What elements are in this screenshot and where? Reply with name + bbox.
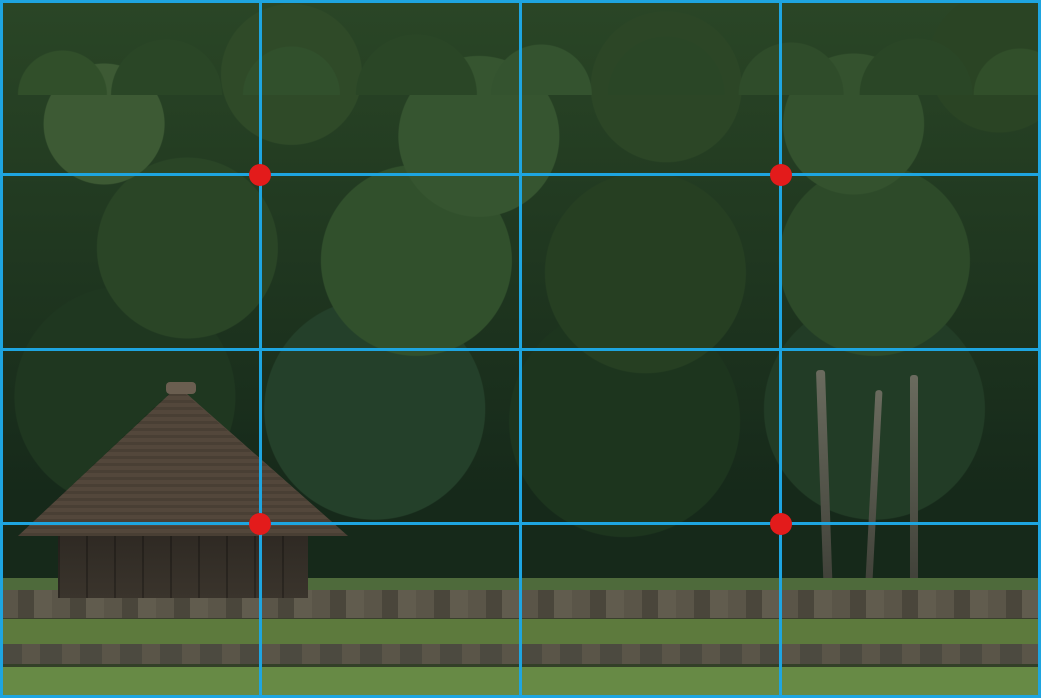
thatched-farmhouse [18,386,338,606]
composition-demo-image [0,0,1041,698]
roof-ridge [166,382,196,394]
stone-wall-lower [0,644,1041,664]
tree-trunks [780,360,980,600]
house-walls [58,526,308,598]
treeline [0,0,1041,95]
thatched-roof [18,386,348,536]
